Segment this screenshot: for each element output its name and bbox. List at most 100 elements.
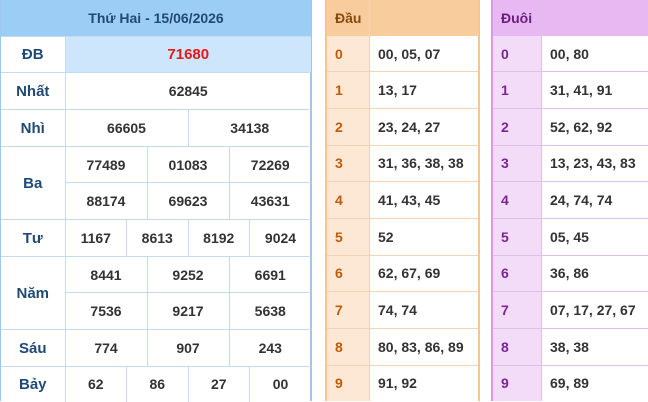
- tail-digit: 0: [493, 36, 542, 72]
- tail-numbers: 05, 45: [542, 218, 648, 255]
- head-numbers: 23, 24, 27: [370, 108, 479, 145]
- tail-row: 424, 74, 74: [493, 182, 648, 219]
- head-digit: 7: [327, 292, 370, 329]
- prize-value: 9252: [147, 257, 229, 293]
- prize-value: 8192: [188, 220, 250, 257]
- tail-row: 969, 89: [493, 365, 648, 401]
- prize-value: 9217: [147, 293, 229, 330]
- prize-value: 88174: [65, 183, 147, 220]
- head-row: 880, 83, 86, 89: [327, 329, 478, 366]
- tail-numbers: 69, 89: [542, 365, 648, 401]
- tail-row: 707, 17, 27, 67: [493, 292, 648, 329]
- head-numbers: 00, 05, 07: [370, 36, 479, 72]
- head-digit: 3: [327, 145, 370, 182]
- tail-digit: 4: [493, 182, 542, 219]
- tail-numbers: 38, 38: [542, 329, 648, 366]
- head-digit: 4: [327, 182, 370, 219]
- tail-title-spacer: [542, 0, 648, 36]
- tail-numbers: 31, 41, 91: [542, 72, 648, 109]
- tail-row: 000, 80: [493, 36, 648, 72]
- date-header: Thứ Hai - 15/06/2026: [1, 0, 311, 37]
- tail-row: 838, 38: [493, 329, 648, 366]
- prize-value: 907: [147, 330, 229, 367]
- prize-value: 27: [188, 367, 250, 402]
- tail-digit: 8: [493, 329, 542, 366]
- prize-row-third: Ba 77489 01083 72269: [1, 147, 311, 183]
- head-title: Đầu: [327, 0, 370, 36]
- loto-tail-table: Đuôi 000, 80 131, 41, 91 252, 62, 92 313…: [491, 0, 648, 401]
- prize-label: Ba: [1, 147, 65, 220]
- prize-value: 6691: [229, 257, 311, 293]
- prize-value: 86: [127, 367, 189, 402]
- tail-row: 636, 86: [493, 255, 648, 292]
- head-row: 774, 74: [327, 292, 478, 329]
- head-digit: 1: [327, 72, 370, 109]
- head-row: 223, 24, 27: [327, 108, 478, 145]
- head-row: 113, 17: [327, 72, 478, 109]
- head-numbers: 13, 17: [370, 72, 479, 109]
- prize-value: 69623: [147, 183, 229, 220]
- head-numbers: 91, 92: [370, 365, 479, 401]
- head-row: 662, 67, 69: [327, 255, 478, 292]
- prize-value: 00: [250, 367, 312, 402]
- prize-value: 7536: [65, 293, 147, 330]
- tail-digit: 1: [493, 72, 542, 109]
- prize-value: 243: [229, 330, 311, 367]
- head-row: 441, 43, 45: [327, 182, 478, 219]
- tail-row: 131, 41, 91: [493, 72, 648, 109]
- tail-row: 313, 23, 43, 83: [493, 145, 648, 182]
- prize-label: ĐB: [1, 37, 65, 73]
- prize-value: 77489: [65, 147, 147, 183]
- tail-numbers: 00, 80: [542, 36, 648, 72]
- prize-row-first: Nhất 62845: [1, 73, 311, 110]
- tail-numbers: 13, 23, 43, 83: [542, 145, 648, 182]
- tail-row: 252, 62, 92: [493, 108, 648, 145]
- special-prize-value: 71680: [65, 37, 311, 73]
- prize-row-fifth: Năm 8441 9252 6691: [1, 257, 311, 293]
- head-digit: 5: [327, 218, 370, 255]
- prize-row-sixth: Sáu 774 907 243: [1, 330, 311, 367]
- prize-label: Nhất: [1, 73, 65, 110]
- tail-digit: 6: [493, 255, 542, 292]
- head-row: 331, 36, 38, 38: [327, 145, 478, 182]
- head-numbers: 62, 67, 69: [370, 255, 479, 292]
- head-row: 000, 05, 07: [327, 36, 478, 72]
- prize-label: Bảy: [1, 367, 65, 402]
- tail-numbers: 36, 86: [542, 255, 648, 292]
- prize-value: 66605: [65, 110, 188, 147]
- prize-row-fourth: Tư 1167 8613 8192 9024: [1, 220, 311, 257]
- head-digit: 6: [327, 255, 370, 292]
- tail-title: Đuôi: [493, 0, 542, 36]
- prize-value: 774: [65, 330, 147, 367]
- head-digit: 2: [327, 108, 370, 145]
- head-numbers: 41, 43, 45: [370, 182, 479, 219]
- prize-value: 62845: [65, 73, 311, 110]
- tail-numbers: 52, 62, 92: [542, 108, 648, 145]
- prize-value: 01083: [147, 147, 229, 183]
- prize-value: 72269: [229, 147, 311, 183]
- head-digit: 9: [327, 365, 370, 401]
- tail-digit: 7: [493, 292, 542, 329]
- prize-label: Năm: [1, 257, 65, 330]
- tail-digit: 9: [493, 365, 542, 401]
- head-numbers: 80, 83, 86, 89: [370, 329, 479, 366]
- prize-label: Tư: [1, 220, 65, 257]
- prize-row-second: Nhì 66605 34138: [1, 110, 311, 147]
- head-digit: 8: [327, 329, 370, 366]
- prize-value: 1167: [65, 220, 127, 257]
- head-numbers: 52: [370, 218, 479, 255]
- prize-value: 9024: [250, 220, 312, 257]
- prize-value: 43631: [229, 183, 311, 220]
- tail-digit: 5: [493, 218, 542, 255]
- prize-value: 5638: [229, 293, 311, 330]
- tail-row: 505, 45: [493, 218, 648, 255]
- head-row: 552: [327, 218, 478, 255]
- prize-value: 62: [65, 367, 127, 402]
- tail-numbers: 24, 74, 74: [542, 182, 648, 219]
- head-row: 991, 92: [327, 365, 478, 401]
- prize-row-seventh: Bảy 62 86 27 00: [1, 367, 311, 402]
- prize-value: 8613: [127, 220, 189, 257]
- tail-digit: 3: [493, 145, 542, 182]
- head-digit: 0: [327, 36, 370, 72]
- prize-label: Sáu: [1, 330, 65, 367]
